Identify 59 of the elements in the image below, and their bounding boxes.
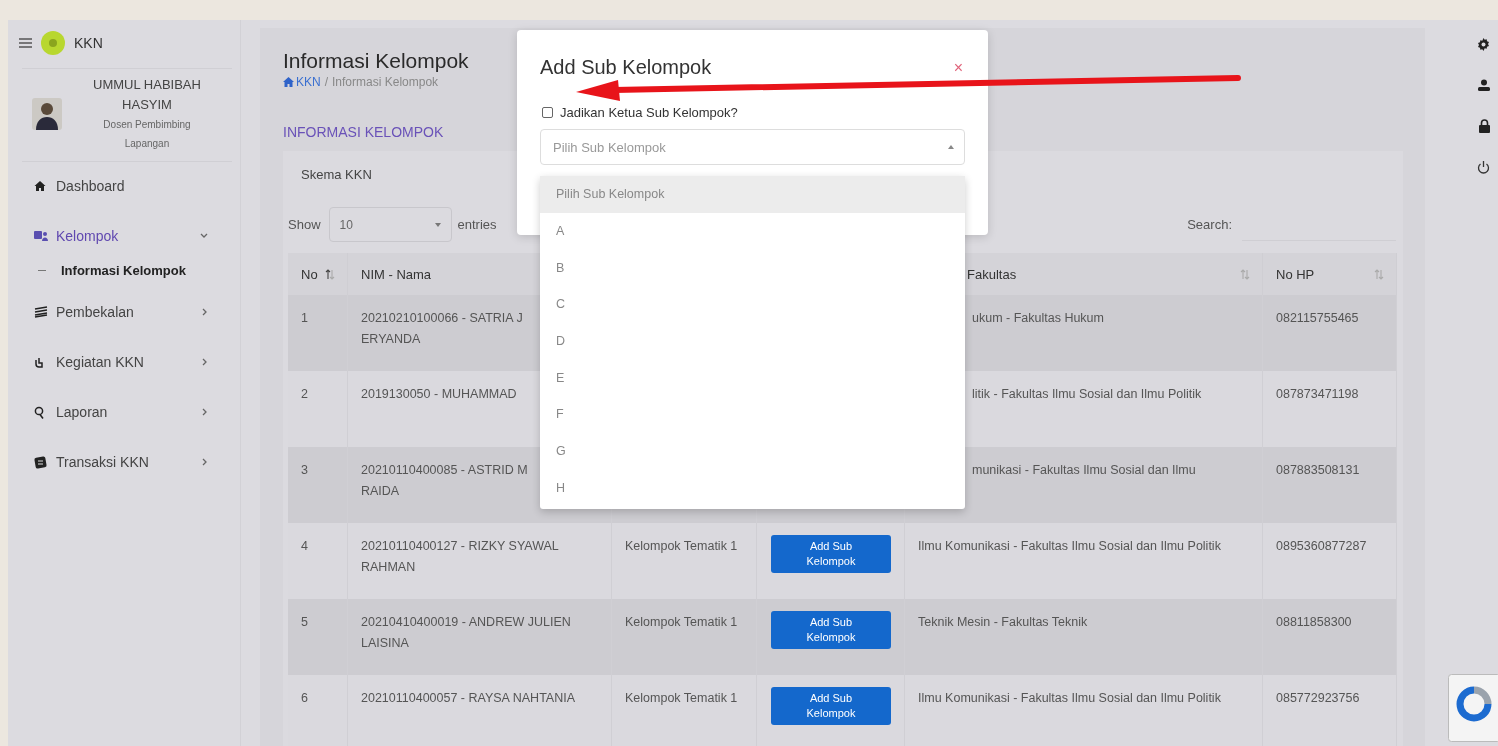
dropdown-option[interactable]: Pilih Sub Kelompok: [540, 176, 965, 213]
table-cell: 087883508131: [1263, 447, 1397, 523]
caret-icon: [434, 222, 441, 227]
logo-icon: [40, 30, 66, 56]
add-sub-group-button[interactable]: Add Sub Kelompok: [771, 611, 891, 649]
caret-icon: [948, 145, 954, 149]
modal-title: Add Sub Kelompok: [540, 56, 712, 79]
table-cell: Kelompok Tematik 1: [612, 599, 757, 675]
table-cell: 08811858300: [1263, 599, 1397, 675]
layers-icon: [34, 306, 48, 318]
power-icon[interactable]: [1477, 161, 1490, 174]
breadcrumb-current: Informasi Kelompok: [332, 75, 439, 89]
show-label: Show: [288, 217, 321, 232]
user-name: UMMUL HABIBAH HASYIM: [92, 76, 202, 114]
filter-label: Skema KKN: [301, 167, 373, 182]
menu-item[interactable]: Kegiatan KKN: [30, 349, 226, 375]
avatar-silhouette: [32, 98, 62, 130]
menu-icon[interactable]: [19, 38, 32, 48]
home-icon: [34, 180, 46, 192]
receipt-icon: [34, 455, 47, 469]
checkbox[interactable]: [542, 107, 553, 118]
breadcrumb-separator: /: [324, 75, 329, 89]
submenu-item[interactable]: Informasi Kelompok: [34, 259, 226, 281]
column-header[interactable]: No: [288, 253, 348, 295]
menu-item[interactable]: Dashboard: [30, 173, 226, 199]
recaptcha-badge: [1448, 674, 1498, 742]
home-icon: [283, 77, 294, 87]
menu-item[interactable]: Kelompok: [30, 223, 226, 249]
menu-item[interactable]: Pembekalan: [30, 299, 226, 325]
section-title: INFORMASI KELOMPOK: [283, 123, 445, 141]
entries-label: entries: [457, 217, 497, 232]
table-cell: 082115755465: [1263, 295, 1397, 371]
table-cell: 3: [288, 447, 348, 523]
close-button[interactable]: ×: [951, 58, 965, 77]
settings-icon[interactable]: [1477, 38, 1490, 51]
magnifier-icon: [34, 405, 46, 419]
lock-icon[interactable]: [1479, 119, 1490, 133]
user-icon[interactable]: [1478, 79, 1490, 91]
add-sub-group-button[interactable]: Add Sub Kelompok: [771, 687, 891, 725]
sort-icon[interactable]: [325, 268, 335, 280]
brand-name: KKN: [74, 35, 103, 51]
page-size-select[interactable]: 10: [328, 207, 452, 242]
table-cell: Teknik Mesin - Fakultas Teknik: [905, 599, 1263, 675]
sub-group-select[interactable]: Pilih Sub Kelompok: [540, 129, 965, 165]
column-header[interactable]: No HP: [1263, 253, 1397, 295]
table-cell: 20210410400019 - ANDREW JULIEN LAISINA: [348, 599, 612, 675]
menu-item[interactable]: Transaksi KKN: [30, 449, 226, 475]
checkbox-label: Jadikan Ketua Sub Kelompok?: [560, 105, 738, 120]
search-label: Search:: [1187, 217, 1232, 232]
menu-item[interactable]: Laporan: [30, 399, 226, 425]
dropdown-option[interactable]: A: [540, 212, 965, 250]
user-role: Dosen Pembimbing Lapangan: [102, 118, 192, 151]
breadcrumb-link[interactable]: KKN: [283, 75, 321, 89]
page-title: Informasi Kelompok: [283, 48, 469, 74]
people-icon: [34, 230, 48, 242]
table-cell: 5: [288, 599, 348, 675]
hand-icon: [34, 356, 44, 368]
add-sub-group-button[interactable]: Add Sub Kelompok: [771, 535, 891, 573]
table-cell: 1: [288, 295, 348, 371]
